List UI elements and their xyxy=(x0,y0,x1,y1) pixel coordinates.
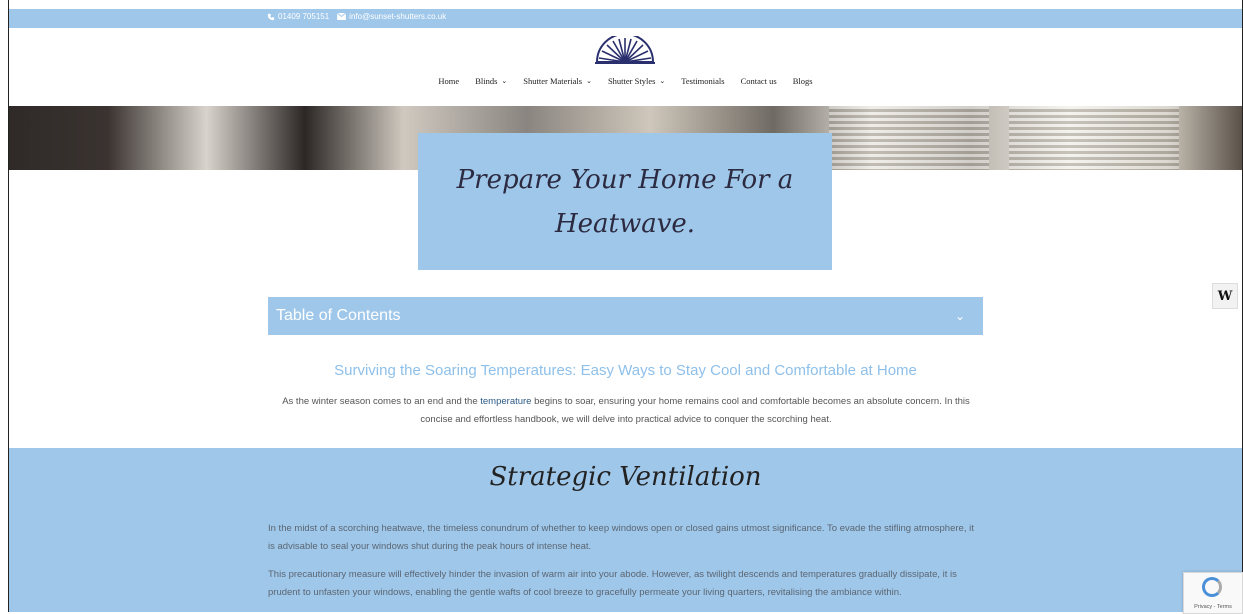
email-link[interactable]: info@sunset-shutters.co.uk xyxy=(337,12,446,21)
site-header: Home Blinds ⌄ Shutter Materials ⌄ Shutter … xyxy=(9,28,1242,106)
side-widget-button[interactable]: W xyxy=(1212,283,1238,309)
recaptcha-links[interactable]: Privacy - Terms xyxy=(1184,604,1242,610)
email-address: info@sunset-shutters.co.uk xyxy=(349,12,447,21)
nav-item-shutter-materials[interactable]: Shutter Materials ⌄ xyxy=(523,76,592,86)
nav-item-blogs[interactable]: Blogs xyxy=(793,76,813,86)
nav-item-home[interactable]: Home xyxy=(438,76,459,86)
section-paragraph-1: In the midst of a scorching heatwave, th… xyxy=(268,523,974,552)
section-paragraph-2: This precautionary measure will effectiv… xyxy=(268,569,957,598)
page-title: Prepare Your Home For a Heatwave. xyxy=(456,164,794,239)
main-navigation: Home Blinds ⌄ Shutter Materials ⌄ Shutter … xyxy=(9,76,1242,86)
nav-label: Shutter Materials xyxy=(523,76,583,86)
nav-item-blinds[interactable]: Blinds ⌄ xyxy=(475,76,507,86)
nav-label: Blogs xyxy=(792,76,813,86)
nav-item-contact-us[interactable]: Contact us xyxy=(741,76,777,86)
chevron-down-icon: ⌄ xyxy=(659,77,666,85)
nav-label: Shutter Styles xyxy=(607,76,656,86)
intro-heading: Surviving the Soaring Temperatures: Easy… xyxy=(334,362,917,379)
strategic-ventilation-section: Strategic Ventilation In the midst of a … xyxy=(9,448,1242,612)
nav-label: Contact us xyxy=(740,76,777,86)
shutter-slats-image xyxy=(1009,106,1179,170)
toc-label: Table of Contents xyxy=(276,307,401,324)
sunset-shutters-logo[interactable] xyxy=(593,36,657,64)
page-title-box: Prepare Your Home For a Heatwave. xyxy=(418,133,832,270)
intro-text-before: As the winter season comes to an end and… xyxy=(282,396,481,407)
top-contact-bar: 01409 705151 info@sunset-shutters.co.uk xyxy=(9,9,1242,28)
nav-label: Home xyxy=(438,76,460,86)
chevron-down-icon: ⌄ xyxy=(501,77,508,85)
chevron-down-icon: ⌄ xyxy=(954,309,965,323)
nav-label: Testimonials xyxy=(681,76,725,86)
recaptcha-icon xyxy=(1202,577,1222,597)
temperature-link[interactable]: temperature xyxy=(480,396,531,407)
recaptcha-badge[interactable]: Privacy - Terms xyxy=(1183,572,1243,614)
envelope-icon xyxy=(337,13,347,20)
nav-item-shutter-styles[interactable]: Shutter Styles ⌄ xyxy=(608,76,665,86)
page-frame: 01409 705151 info@sunset-shutters.co.uk xyxy=(8,0,1243,612)
chevron-down-icon: ⌄ xyxy=(586,77,592,85)
shutter-slats-image xyxy=(829,106,989,170)
section-heading: Strategic Ventilation xyxy=(489,462,762,492)
phone-link[interactable]: 01409 705151 xyxy=(267,12,329,21)
phone-icon xyxy=(267,13,275,20)
table-of-contents-toggle[interactable]: Table of Contents ⌄ xyxy=(268,297,983,335)
nav-label: Blinds xyxy=(475,76,498,86)
intro-paragraph: As the winter season comes to an end and… xyxy=(279,393,973,429)
phone-number: 01409 705151 xyxy=(278,12,330,21)
nav-item-testimonials[interactable]: Testimonials xyxy=(681,76,724,86)
